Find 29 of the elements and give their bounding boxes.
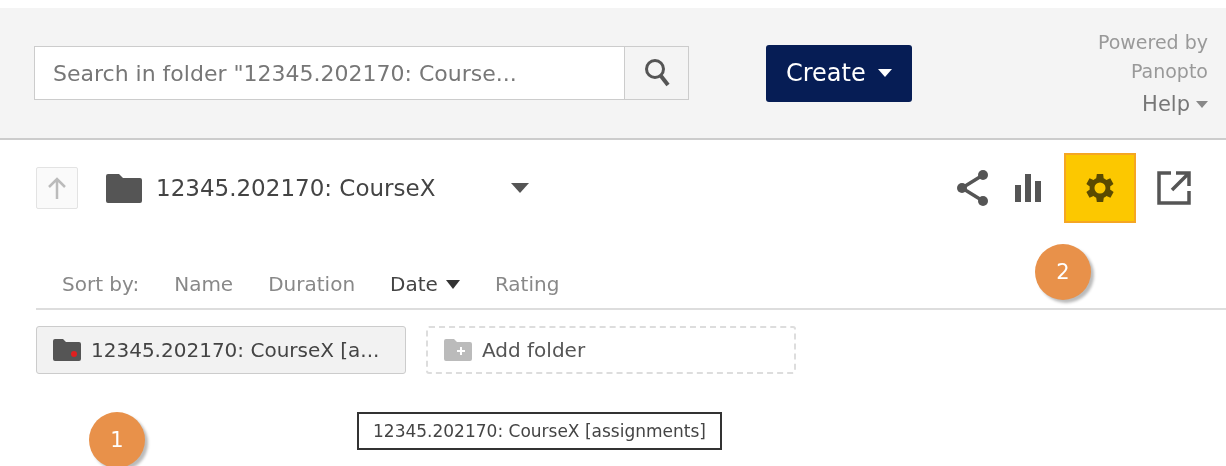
dropdown-caret-icon[interactable] (511, 183, 530, 193)
sort-descending-icon (445, 279, 460, 289)
search-icon (643, 58, 670, 88)
add-folder-button[interactable]: Add folder (426, 326, 796, 374)
sort-label: Sort by: (62, 272, 140, 296)
folder-icon (53, 339, 81, 361)
help-menu[interactable]: Help (1142, 89, 1208, 119)
add-folder-icon (444, 339, 472, 361)
callout-badge: 2 (1035, 244, 1091, 300)
brand-text: Panopto (1130, 58, 1208, 84)
sort-option[interactable]: Date (390, 272, 460, 296)
caret-icon (1196, 100, 1208, 108)
share-icon[interactable] (956, 169, 990, 207)
sort-option[interactable]: Rating (494, 272, 560, 296)
subfolder-button[interactable]: 12345.202170: CourseX [a... (36, 326, 406, 374)
folder-icon (106, 173, 142, 203)
tooltip: 12345.202170: CourseX [assignments] (357, 412, 722, 450)
bar-chart-icon[interactable] (1014, 173, 1044, 203)
up-arrow-icon (47, 177, 67, 199)
sort-option[interactable]: Duration (268, 272, 356, 296)
sort-option[interactable]: Name (174, 272, 234, 296)
caret-icon (877, 69, 892, 77)
folder-title: 12345.202170: CourseX (156, 175, 436, 201)
search-field[interactable]: Search in folder "12345.202170: Course... (34, 46, 625, 100)
create-button[interactable]: Create (766, 44, 912, 102)
powered-by-text: Powered by (1097, 29, 1208, 55)
external-link-icon[interactable] (1156, 170, 1192, 206)
search-button[interactable] (625, 46, 689, 100)
callout-badge: 1 (89, 412, 145, 466)
